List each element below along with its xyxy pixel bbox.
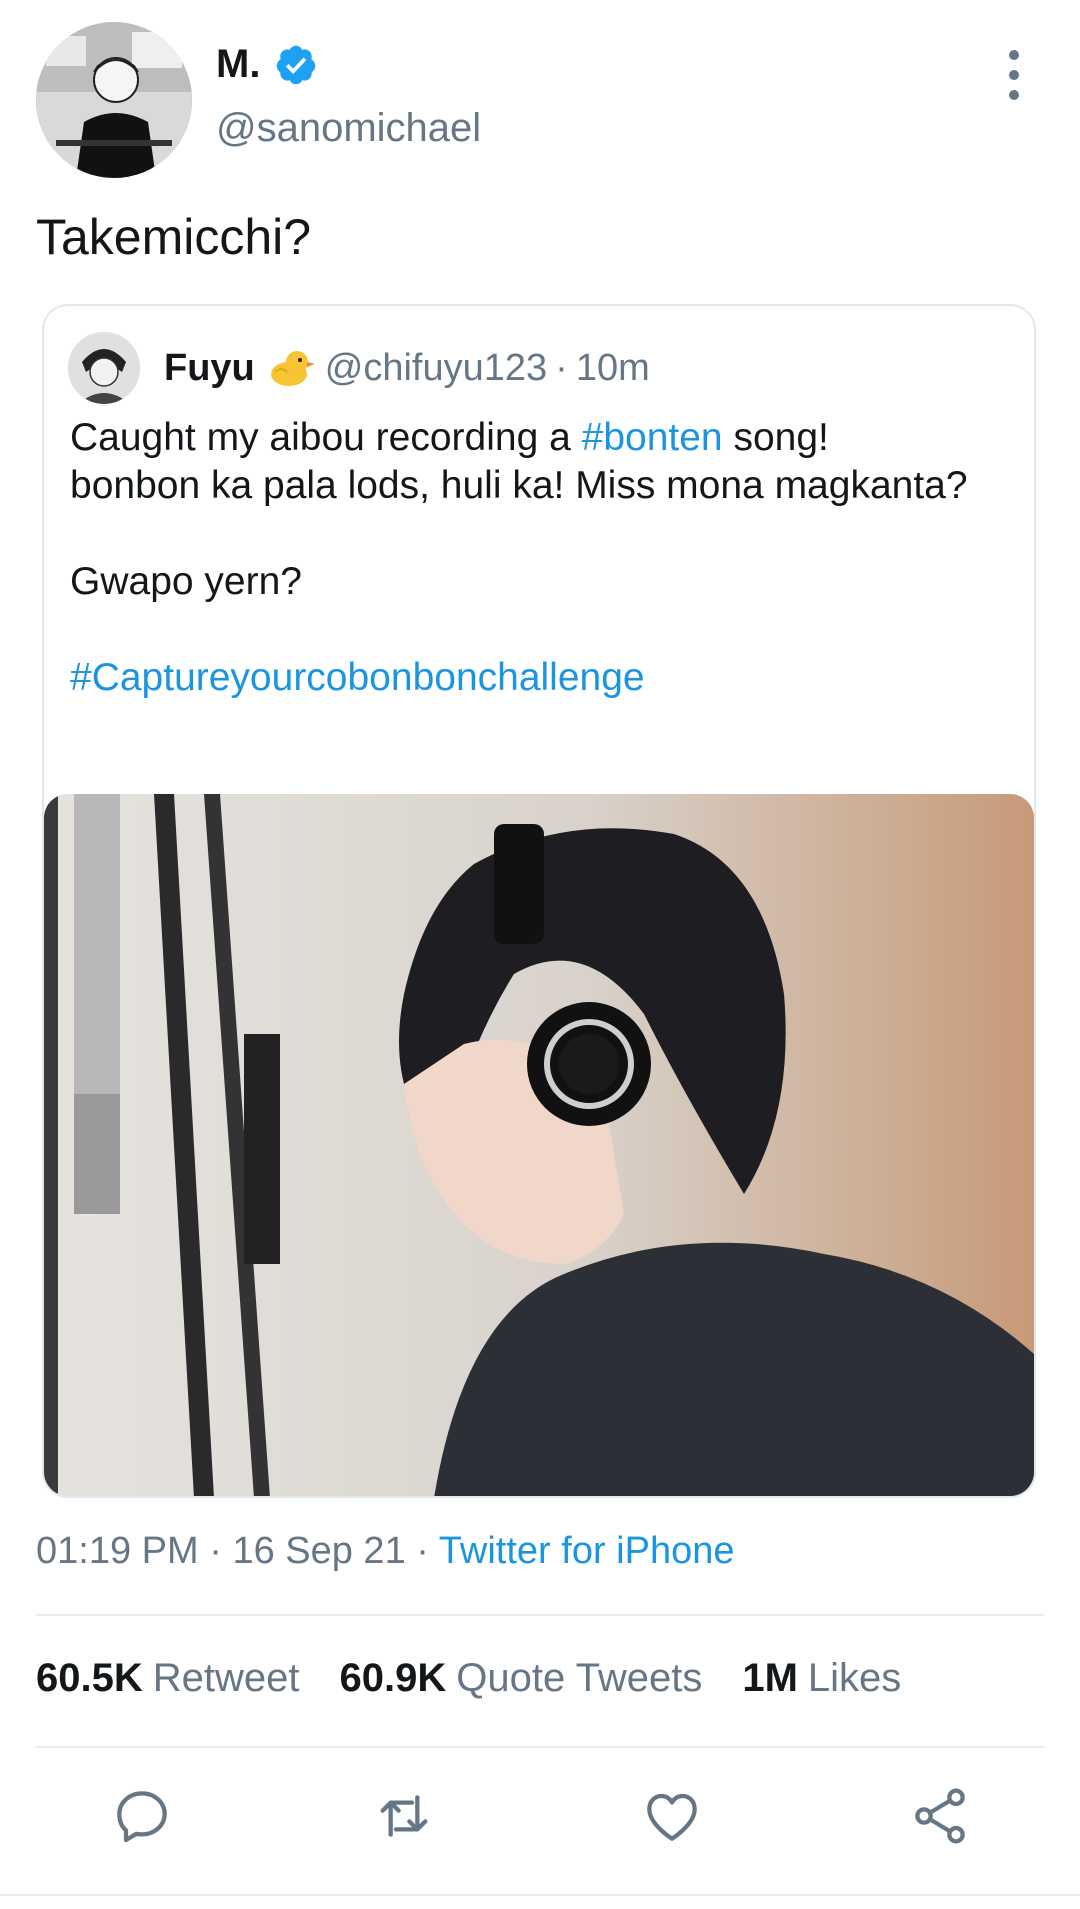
- tweet-meta: 01:19 PM · 16 Sep 21 · Twitter for iPhon…: [36, 1530, 734, 1573]
- quote-tweets-count: 60.9K: [339, 1656, 447, 1700]
- reply-icon[interactable]: [110, 1784, 174, 1848]
- meta-separator-2: ·: [416, 1530, 429, 1572]
- author-handle[interactable]: @sanomichael: [216, 106, 481, 151]
- retweets-count: 60.5K: [36, 1656, 143, 1700]
- tweet-date: 16 Sep 21: [232, 1530, 406, 1572]
- hashtag-challenge-link[interactable]: #Captureyourcobonbonchallenge: [70, 656, 645, 699]
- more-options-icon[interactable]: [1004, 50, 1024, 110]
- tweet-text: Takemicchi?: [36, 209, 312, 265]
- verified-badge-icon: [277, 45, 316, 84]
- quoted-tweet-photo[interactable]: [44, 794, 1034, 1496]
- bottom-border: [0, 1894, 1080, 1896]
- share-icon[interactable]: [908, 1784, 972, 1848]
- tweet-header: M. @sanomichael: [36, 22, 1044, 182]
- likes-label: Likes: [807, 1656, 902, 1700]
- divider-top: [36, 1614, 1044, 1616]
- tweet-stats: 60.5K Retweet 60.9K Quote Tweets 1M Likes: [36, 1656, 901, 1701]
- quoted-tweet-header: Fuyu @chifuyu123 · 10m: [68, 330, 650, 406]
- quoted-text-line1-end: song!: [722, 416, 829, 459]
- quoted-text-line1-start: Caught my aibou recording a: [70, 416, 582, 459]
- author-name[interactable]: M.: [216, 42, 260, 87]
- quote-tweets-label: Quote Tweets: [456, 1656, 703, 1700]
- author-name-row: M.: [216, 42, 318, 87]
- like-icon[interactable]: [640, 1784, 704, 1848]
- quoted-tweet-body: Caught my aibou recording a #bonten song…: [70, 414, 1010, 750]
- tweet-actions-bar: [0, 1784, 1080, 1854]
- retweet-icon[interactable]: [372, 1784, 436, 1848]
- quoted-author-handle: @chifuyu123: [324, 346, 548, 389]
- meta-separator-1: ·: [209, 1530, 222, 1572]
- author-avatar[interactable]: [36, 22, 192, 178]
- quoted-text-line2: bonbon ka pala lods, huli ka! Miss mona …: [70, 464, 968, 507]
- quoted-tweet[interactable]: Fuyu @chifuyu123 · 10m Caught my aibou r…: [42, 304, 1036, 1498]
- likes-stat[interactable]: 1M Likes: [742, 1656, 901, 1701]
- quoted-text-line3: Gwapo yern?: [70, 560, 302, 603]
- quoted-author-avatar: [68, 332, 140, 404]
- dot-separator: ·: [555, 346, 568, 389]
- retweets-label: Retweet: [152, 1656, 300, 1700]
- tweet-time: 01:19 PM: [36, 1530, 199, 1572]
- quoted-author-name: Fuyu: [164, 346, 255, 389]
- quote-tweets-stat[interactable]: 60.9K Quote Tweets: [340, 1656, 703, 1701]
- divider-bottom: [36, 1746, 1044, 1748]
- quoted-tweet-time: 10m: [575, 346, 650, 389]
- likes-count: 1M: [742, 1656, 798, 1700]
- chick-emoji-icon: [270, 351, 315, 386]
- retweets-stat[interactable]: 60.5K Retweet: [36, 1656, 300, 1701]
- tweet-source-link[interactable]: Twitter for iPhone: [439, 1530, 735, 1572]
- hashtag-bonten-link[interactable]: #bonten: [582, 416, 723, 459]
